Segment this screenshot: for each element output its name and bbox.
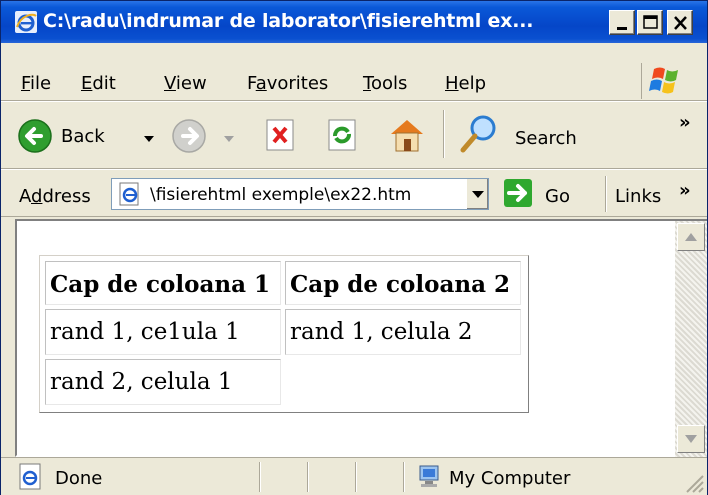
refresh-icon xyxy=(328,119,356,151)
menu-help-mnemonic: H xyxy=(445,73,459,94)
menu-view-label: iew xyxy=(175,73,207,94)
maximize-icon xyxy=(643,15,658,29)
menu-edit-mnemonic: E xyxy=(81,73,93,94)
menu-edit-label: dit xyxy=(92,73,116,94)
refresh-button[interactable] xyxy=(325,118,361,154)
menu-tools-label: ools xyxy=(370,73,408,94)
toolbar-overflow[interactable]: » xyxy=(679,112,691,133)
forward-dropdown-icon xyxy=(224,136,234,142)
address-input[interactable]: \fisierehtml exemple\ex22.htm xyxy=(111,178,489,210)
table-cell: rand 1, celula 2 xyxy=(285,309,521,355)
scroll-down-button[interactable] xyxy=(677,425,705,453)
menu-file[interactable]: File xyxy=(21,73,51,94)
address-label: Address xyxy=(19,186,91,207)
title-bar[interactable]: C:\radu\indrumar de laborator\fisierehtm… xyxy=(1,1,707,43)
menu-help-label: elp xyxy=(458,73,487,94)
table-header-cell: Cap de coloana 1 xyxy=(45,261,281,305)
menu-edit[interactable]: Edit xyxy=(81,73,116,94)
windows-flag-icon xyxy=(649,67,678,94)
windows-logo xyxy=(641,63,687,99)
back-arrow-icon xyxy=(18,119,52,153)
menu-favorites[interactable]: Favorites xyxy=(247,73,328,94)
window-title: C:\radu\indrumar de laborator\fisierehtm… xyxy=(43,10,534,32)
table-header-cell: Cap de coloana 2 xyxy=(285,261,521,305)
my-computer-icon xyxy=(419,465,439,487)
table-cell: rand 1, ce1ula 1 xyxy=(45,309,281,355)
search-icon xyxy=(460,115,496,153)
links-button[interactable]: Links xyxy=(615,186,661,207)
stop-icon xyxy=(266,119,294,151)
address-bar: Address \fisierehtml exemple\ex22.htm Go… xyxy=(1,169,707,217)
vertical-scrollbar[interactable] xyxy=(675,221,707,457)
toolbar-separator xyxy=(443,110,445,158)
menu-bar: File Edit View Favorites Tools Help xyxy=(1,43,707,101)
security-zone: My Computer xyxy=(449,468,571,489)
forward-arrow-icon xyxy=(172,119,206,153)
status-separator xyxy=(259,462,261,492)
status-bar: Done My Computer xyxy=(1,457,707,495)
menu-file-label: ile xyxy=(30,73,52,94)
go-label: Go xyxy=(545,186,570,207)
status-separator xyxy=(355,462,357,492)
maximize-button[interactable] xyxy=(637,10,663,35)
address-dropdown-button[interactable] xyxy=(466,179,488,209)
ie-page-icon xyxy=(19,463,41,490)
search-label: Search xyxy=(515,128,577,149)
back-button[interactable]: Back xyxy=(17,116,169,156)
stop-button[interactable] xyxy=(263,118,299,154)
links-separator xyxy=(605,176,607,212)
status-separator xyxy=(307,462,309,492)
browser-window: C:\radu\indrumar de laborator\fisierehtm… xyxy=(0,0,708,495)
address-label-rest: dress xyxy=(42,186,91,207)
chevron-down-icon xyxy=(472,191,484,198)
minimize-icon xyxy=(617,27,627,30)
close-button[interactable] xyxy=(667,10,693,35)
forward-button[interactable] xyxy=(169,118,249,156)
scroll-up-button[interactable] xyxy=(677,223,705,251)
status-separator xyxy=(403,462,405,492)
links-overflow[interactable]: » xyxy=(679,180,691,201)
home-button[interactable] xyxy=(385,114,429,156)
menu-file-mnemonic: F xyxy=(21,73,31,94)
go-arrow-icon xyxy=(504,179,532,207)
table-cell: rand 2, celula 1 xyxy=(45,359,281,405)
internet-explorer-icon xyxy=(15,11,37,33)
menu-view-mnemonic: V xyxy=(164,73,176,94)
ie-page-icon xyxy=(119,182,139,206)
chevron-down-icon xyxy=(685,435,697,443)
close-icon xyxy=(674,16,687,30)
back-label: Back xyxy=(61,126,105,147)
menu-favorites-label: vorites xyxy=(266,73,329,94)
resize-grip-icon[interactable] xyxy=(681,470,705,494)
menu-favorites-pre: F xyxy=(247,73,256,94)
menu-view[interactable]: View xyxy=(164,73,207,94)
minimize-button[interactable] xyxy=(609,10,635,35)
back-dropdown-icon xyxy=(144,136,154,142)
chevron-up-icon xyxy=(685,233,697,241)
address-value: \fisierehtml exemple\ex22.htm xyxy=(150,185,412,205)
standard-toolbar: Back Search » xyxy=(1,101,707,169)
menu-help[interactable]: Help xyxy=(445,73,486,94)
menu-favorites-mnemonic: a xyxy=(255,73,267,94)
address-label-pre: A xyxy=(19,186,31,207)
content-table: Cap de coloana 1 Cap de coloana 2 rand 1… xyxy=(39,255,529,413)
search-button[interactable]: Search xyxy=(457,112,597,156)
menu-tools-mnemonic: T xyxy=(363,73,371,94)
menu-tools[interactable]: Tools xyxy=(363,73,407,94)
home-icon xyxy=(391,120,423,152)
status-text: Done xyxy=(55,468,103,489)
address-label-mnemonic: d xyxy=(31,186,43,207)
